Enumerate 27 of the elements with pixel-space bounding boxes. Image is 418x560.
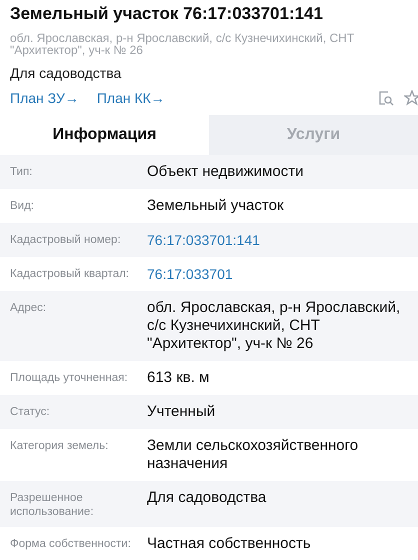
field-label: Форма собственности: xyxy=(9,537,132,552)
field-label: Площадь уточненная: xyxy=(9,371,129,386)
plan-link[interactable]: План ЗУ→ xyxy=(10,88,79,108)
field-value: Учтенный xyxy=(147,403,216,421)
star-icon[interactable] xyxy=(404,90,418,106)
field-link[interactable]: 76:17:033701 xyxy=(147,265,418,283)
field-label: Разрешенное использование: xyxy=(9,491,95,519)
field-value: обл. Ярославская, р-н Ярославский, с/с Кузнечихинский, СНТ "Архитектор", уч-к № 26 xyxy=(147,299,402,353)
field-value: Земельный участок xyxy=(147,197,285,215)
field-value: 613 кв. м xyxy=(147,369,210,387)
page-title: Земельный участок 76:17:033701:141 xyxy=(10,3,324,25)
document-search-icon[interactable] xyxy=(378,90,394,106)
purpose-text: Для садоводства xyxy=(10,64,122,82)
field-label: Кадастровый номер: xyxy=(9,233,122,248)
field-value: Для садоводства xyxy=(147,489,268,508)
field-label: Категория земель: xyxy=(9,439,110,454)
plan-link[interactable]: План КК→ xyxy=(96,88,165,108)
field-label: Статус: xyxy=(9,405,51,420)
field-value: Частная собственность xyxy=(147,535,312,553)
field-label: Адрес: xyxy=(9,301,48,316)
field-link[interactable]: 76:17:033701:141 xyxy=(147,231,418,249)
field-label: Тип: xyxy=(9,165,34,180)
field-value: Земли сельскохозяйственного назначения xyxy=(147,437,360,473)
address-text: обл. Ярославская, р-н Ярославский, с/с Кузнечихинский, СНТ "Архитектор", уч-к № 26 xyxy=(10,32,356,56)
field-label: Кадастровый квартал: xyxy=(9,267,130,282)
field-value: Объект недвижимости xyxy=(147,163,304,181)
field-label: Вид: xyxy=(9,199,35,214)
